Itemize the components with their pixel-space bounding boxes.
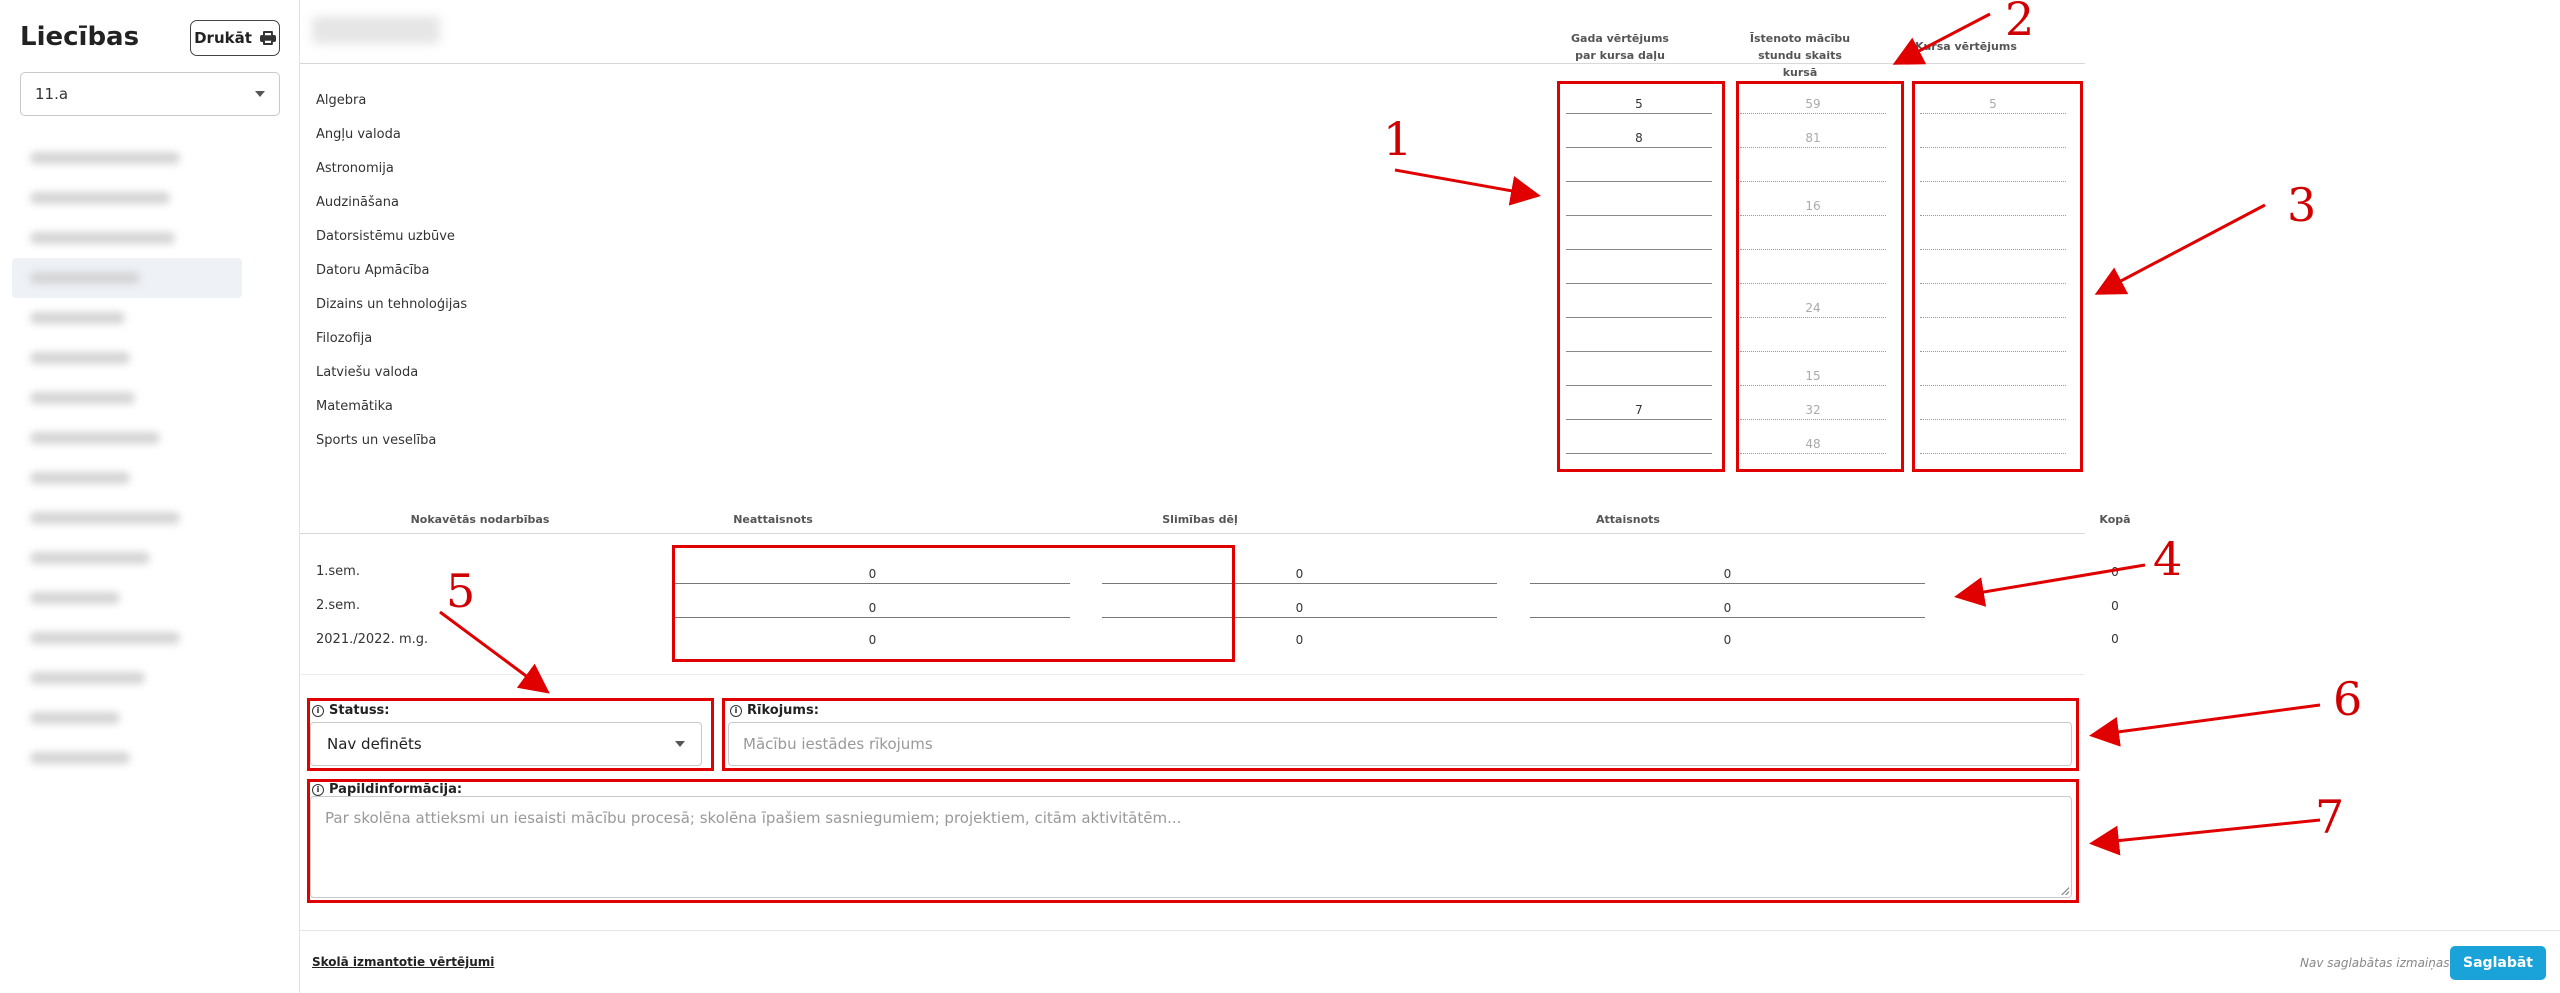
arrow-3	[2094, 203, 2266, 295]
annotation-number-7: 7	[2315, 790, 2345, 844]
arrow-7	[2089, 818, 2321, 856]
arrow-1	[1394, 168, 1541, 206]
annotation-arrows	[439, 12, 2321, 856]
arrow-2	[1892, 12, 1991, 65]
arrow-4	[1954, 563, 2146, 607]
annotation-number-1: 1	[1383, 112, 1413, 166]
arrow-6	[2089, 703, 2321, 747]
annotation-number-5: 5	[446, 564, 476, 618]
annotation-number-2: 2	[2005, 0, 2035, 46]
app-root: Liecības Drukāt 11.a Gada vērtējums par …	[0, 0, 2560, 993]
annotation-number-6: 6	[2333, 672, 2363, 726]
annotation-number-3: 3	[2287, 178, 2317, 232]
annotation-number-4: 4	[2153, 532, 2183, 586]
arrow-5	[439, 610, 550, 694]
